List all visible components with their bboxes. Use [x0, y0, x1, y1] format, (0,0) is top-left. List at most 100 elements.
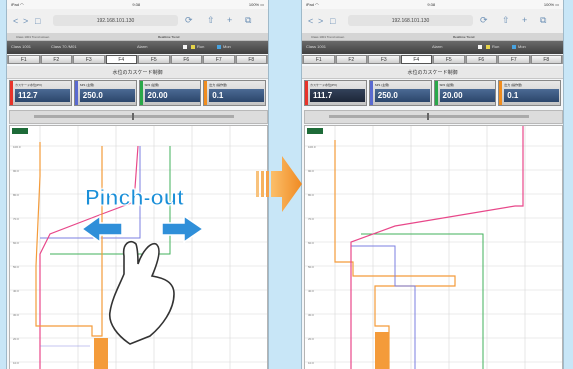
tab-f8[interactable]: F8	[235, 55, 267, 64]
menu-item[interactable]: Alarm	[432, 44, 442, 49]
y-tick: 60.0	[308, 241, 314, 245]
menu-item[interactable]: Run	[492, 44, 499, 49]
trend-scroll-bar[interactable]	[304, 110, 563, 124]
y-tick: 40.0	[308, 289, 314, 293]
carrier-label: iPad ◠	[306, 2, 319, 7]
y-tick: 70.0	[13, 217, 19, 221]
tab-f3[interactable]: F3	[73, 55, 105, 64]
share-icon[interactable]: ⇧	[502, 15, 510, 26]
sp2-stripe	[139, 81, 143, 105]
reload-icon[interactable]: ⟳	[185, 15, 193, 26]
bookmarks-icon[interactable]: □	[330, 16, 335, 26]
tab-f1[interactable]: F1	[8, 55, 40, 64]
sp1-stripe	[369, 81, 373, 105]
address-field[interactable]: 192.168.101.130	[53, 15, 178, 26]
y-tick: 20.0	[13, 337, 19, 341]
menu-item[interactable]: Run	[197, 44, 204, 49]
menu-item[interactable]: Class 1001	[306, 44, 326, 49]
pv-panel[interactable]: カスケード水位(PV) 111.7	[304, 80, 367, 106]
forward-icon[interactable]: >	[23, 16, 28, 26]
reload-icon[interactable]: ⟳	[480, 15, 488, 26]
out-stripe	[499, 81, 503, 105]
panel-value: 0.1	[504, 89, 560, 102]
new-tab-icon[interactable]: +	[227, 15, 232, 25]
tab-f7[interactable]: F7	[498, 55, 530, 64]
y-tick: 70.0	[308, 217, 314, 221]
menu-item[interactable]: Class 1001	[11, 44, 31, 49]
trend-graph[interactable]: 100.0 90.0 80.0 70.0 60.0 50.0 40.0 30.0…	[304, 125, 563, 369]
tab-f1[interactable]: F1	[303, 55, 335, 64]
pv-panel[interactable]: カスケード水位(PV) 112.7	[9, 80, 72, 106]
tab-f6[interactable]: F6	[170, 55, 202, 64]
address-field[interactable]: 192.168.101.130	[348, 15, 473, 26]
menu-item[interactable]: Class 70 /M01	[51, 44, 77, 49]
tab-f4[interactable]: F4	[105, 55, 137, 64]
sp1-panel[interactable]: SP1 (主側) 250.0	[73, 80, 137, 106]
y-tick: 100.0	[308, 145, 316, 149]
y-tick: 20.0	[308, 337, 314, 341]
pinch-out-label: Pinch-out	[85, 185, 185, 211]
tab-f8[interactable]: F8	[530, 55, 562, 64]
panel-label: カスケード水位(PV)	[15, 83, 43, 87]
browser-tab-strip: Class 1001 Trend screen Realtime Trend	[7, 33, 268, 41]
bookmarks-icon[interactable]: □	[35, 16, 40, 26]
function-tabs: F1 F2 F3 F4 F5 F6 F7 F8	[7, 55, 268, 64]
browser-tab-active[interactable]: Realtime Trend	[450, 34, 478, 39]
trend-svg: 100.0 90.0 80.0 70.0 60.0 50.0 40.0 30.0…	[305, 126, 562, 369]
y-tick: 40.0	[13, 289, 19, 293]
sp1-panel[interactable]: SP1 (主側) 250.0	[368, 80, 432, 106]
out-panel[interactable]: 出力 (操作量) 0.1	[203, 80, 266, 106]
share-icon[interactable]: ⇧	[207, 15, 215, 26]
out-panel[interactable]: 出力 (操作量) 0.1	[498, 80, 561, 106]
browser-tab[interactable]: Class 1001 Trend screen	[13, 34, 52, 39]
panel-value: 20.00	[439, 89, 495, 102]
tab-f5[interactable]: F5	[138, 55, 170, 64]
y-tick: 30.0	[308, 313, 314, 317]
y-tick: 80.0	[13, 193, 19, 197]
browser-tab-active[interactable]: Realtime Trend	[155, 34, 183, 39]
clock: 9:38	[132, 2, 141, 7]
tab-f5[interactable]: F5	[433, 55, 465, 64]
y-tick: 80.0	[308, 193, 314, 197]
y-tick: 10.0	[308, 361, 314, 365]
new-tab-icon[interactable]: +	[522, 15, 527, 25]
out-stripe	[204, 81, 208, 105]
arrow-right-icon	[256, 156, 302, 212]
panel-label: SP1 (主側)	[79, 83, 95, 87]
status-led-icon	[183, 45, 187, 49]
trend-slider-track[interactable]	[34, 115, 234, 118]
browser-tab[interactable]: Class 1001 Trend screen	[308, 34, 347, 39]
tab-f7[interactable]: F7	[203, 55, 235, 64]
hmi-menubar: Class 1001 Alarm Run Mon	[302, 41, 563, 54]
menu-item[interactable]: Alarm	[137, 44, 147, 49]
back-icon[interactable]: <	[308, 16, 313, 26]
tab-f3[interactable]: F3	[368, 55, 400, 64]
y-tick: 30.0	[13, 313, 19, 317]
trend-slider-track[interactable]	[329, 115, 529, 118]
back-icon[interactable]: <	[13, 16, 18, 26]
menu-item[interactable]: Mon	[223, 44, 231, 49]
panel-value: 111.7	[310, 89, 365, 102]
forward-icon[interactable]: >	[318, 16, 323, 26]
status-led-icon	[478, 45, 482, 49]
panel-label: SP2 (従側)	[439, 83, 455, 87]
battery-label: 100% ▭	[248, 2, 264, 7]
out-bar	[375, 332, 389, 369]
tab-f2[interactable]: F2	[40, 55, 72, 64]
y-tick: 10.0	[13, 361, 19, 365]
sp2-panel[interactable]: SP2 (従側) 20.00	[138, 80, 202, 106]
trend-slider-thumb[interactable]	[132, 113, 134, 120]
panel-label: SP1 (主側)	[374, 83, 390, 87]
y-tick: 50.0	[13, 265, 19, 269]
tab-f6[interactable]: F6	[465, 55, 497, 64]
tabs-icon[interactable]: ⧉	[540, 15, 546, 26]
sp2-panel[interactable]: SP2 (従側) 20.00	[433, 80, 497, 106]
trend-scroll-bar[interactable]	[9, 110, 268, 124]
tab-f2[interactable]: F2	[335, 55, 367, 64]
tab-f4[interactable]: F4	[400, 55, 432, 64]
trend-slider-thumb[interactable]	[427, 113, 429, 120]
menu-item[interactable]: Mon	[518, 44, 526, 49]
y-tick: 90.0	[13, 169, 19, 173]
tabs-icon[interactable]: ⧉	[245, 15, 251, 26]
panel-label: 出力 (操作量)	[209, 83, 228, 87]
